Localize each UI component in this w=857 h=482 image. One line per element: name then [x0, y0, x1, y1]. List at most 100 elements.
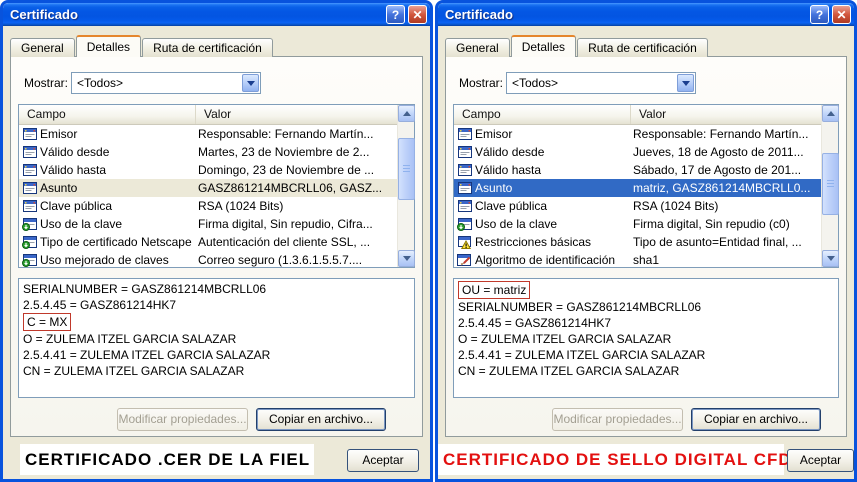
scroll-up-button[interactable]: [822, 105, 839, 122]
certificate-field-icon: [19, 146, 40, 158]
certificate-field-icon: [19, 200, 40, 212]
chevron-up-icon: [827, 111, 835, 116]
tab-strip: General Detalles Ruta de certificación: [445, 35, 709, 57]
field-value: Responsable: Fernando Martín...: [196, 127, 397, 141]
field-value: sha1: [631, 253, 821, 267]
field-name: Algoritmo de identificación: [475, 253, 631, 267]
chevron-down-icon: [247, 81, 255, 86]
certificate-dialog-sello-cfd: Certificado ? ✕ General Detalles Ruta de…: [435, 0, 857, 482]
row-valido-desde[interactable]: Válido desde Martes, 23 de Noviembre de …: [19, 143, 397, 161]
details-line: SERIALNUMBER = GASZ861214MBCRLL06: [23, 281, 410, 297]
certificate-field-icon: [454, 182, 475, 194]
field-name: Emisor: [40, 127, 196, 141]
tab-detalles[interactable]: Detalles: [76, 35, 141, 57]
annotation-caption: CERTIFICADO .CER DE LA FIEL: [20, 444, 314, 475]
show-label: Mostrar:: [24, 76, 68, 90]
show-filter-select[interactable]: <Todos>: [506, 72, 696, 94]
modify-properties-button: Modificar propiedades...: [552, 408, 683, 431]
row-emisor[interactable]: Emisor Responsable: Fernando Martín...: [454, 125, 821, 143]
row-clave-publica[interactable]: Clave pública RSA (1024 Bits): [454, 197, 821, 215]
show-filter-value: <Todos>: [512, 76, 558, 90]
field-value: Jueves, 18 de Agosto de 2011...: [631, 145, 821, 159]
row-asunto[interactable]: Asunto GASZ861214MBCRLL06, GASZ...: [19, 179, 397, 197]
annotation-caption: CERTIFICADO DE SELLO DIGITAL CFD: [438, 444, 784, 475]
accept-button[interactable]: Aceptar: [787, 449, 854, 472]
extension-icon: [19, 236, 40, 249]
field-name: Válido hasta: [40, 163, 196, 177]
row-valido-hasta[interactable]: Válido hasta Sábado, 17 de Agosto de 201…: [454, 161, 821, 179]
tab-general[interactable]: General: [10, 38, 75, 57]
row-asunto[interactable]: Asunto matriz, GASZ861214MBCRLL0...: [454, 179, 821, 197]
chevron-up-icon: [403, 111, 411, 116]
field-value: Domingo, 23 de Noviembre de ...: [196, 163, 397, 177]
scroll-down-button[interactable]: [822, 250, 839, 267]
extension-icon: [454, 218, 475, 231]
vertical-scrollbar[interactable]: [821, 105, 838, 267]
row-valido-desde[interactable]: Válido desde Jueves, 18 de Agosto de 201…: [454, 143, 821, 161]
scrollbar-thumb[interactable]: [822, 153, 839, 215]
tab-ruta-certificacion[interactable]: Ruta de certificación: [142, 38, 273, 57]
accept-button[interactable]: Aceptar: [347, 449, 419, 472]
tab-strip: General Detalles Ruta de certificación: [10, 35, 274, 57]
column-header-campo[interactable]: Campo: [454, 105, 631, 124]
modify-properties-button: Modificar propiedades...: [117, 408, 248, 431]
field-name: Emisor: [475, 127, 631, 141]
field-value: Firma digital, Sin repudio, Cifra...: [196, 217, 397, 231]
certificate-dialog-fiel: Certificado ? ✕ General Detalles Ruta de…: [0, 0, 433, 482]
details-line: O = ZULEMA ITZEL GARCIA SALAZAR: [23, 331, 410, 347]
certificate-details-text[interactable]: OU = matriz SERIALNUMBER = GASZ861214MBC…: [453, 278, 839, 398]
chevron-down-icon: [827, 256, 835, 261]
row-emisor[interactable]: Emisor Responsable: Fernando Martín...: [19, 125, 397, 143]
row-valido-hasta[interactable]: Válido hasta Domingo, 23 de Noviembre de…: [19, 161, 397, 179]
field-name: Asunto: [40, 181, 196, 195]
certificate-field-icon: [19, 182, 40, 194]
row-uso-de-la-clave[interactable]: Uso de la clave Firma digital, Sin repud…: [454, 215, 821, 233]
tab-general[interactable]: General: [445, 38, 510, 57]
copy-to-file-button[interactable]: Copiar en archivo...: [691, 408, 821, 431]
field-value: Autenticación del cliente SSL, ...: [196, 235, 397, 249]
extension-icon: [19, 254, 40, 267]
details-line: OU = matriz: [458, 281, 834, 299]
help-button[interactable]: ?: [386, 5, 405, 24]
field-name: Uso de la clave: [40, 217, 196, 231]
field-name: Asunto: [475, 181, 631, 195]
tab-detalles[interactable]: Detalles: [511, 35, 576, 57]
field-value: Correo seguro (1.3.6.1.5.5.7....: [196, 253, 397, 267]
dialog-client-area: General Detalles Ruta de certificación M…: [438, 26, 854, 479]
help-button[interactable]: ?: [810, 5, 829, 24]
details-line: C = MX: [23, 313, 410, 331]
show-filter-select[interactable]: <Todos>: [71, 72, 261, 94]
field-name: Restricciones básicas: [475, 235, 631, 249]
row-uso-de-la-clave[interactable]: Uso de la clave Firma digital, Sin repud…: [19, 215, 397, 233]
close-icon[interactable]: ✕: [408, 5, 427, 24]
titlebar[interactable]: Certificado ? ✕: [438, 3, 854, 26]
row-tipo-certificado-netscape[interactable]: Tipo de certificado Netscape Autenticaci…: [19, 233, 397, 251]
field-value: Responsable: Fernando Martín...: [631, 127, 821, 141]
row-clave-publica[interactable]: Clave pública RSA (1024 Bits): [19, 197, 397, 215]
column-header-valor[interactable]: Valor: [196, 105, 397, 124]
window-title: Certificado: [445, 7, 807, 22]
close-icon[interactable]: ✕: [832, 5, 851, 24]
combo-dropdown-button[interactable]: [677, 74, 694, 92]
scroll-up-button[interactable]: [398, 105, 415, 122]
list-header: Campo Valor: [454, 105, 838, 125]
row-restricciones-basicas[interactable]: Restricciones básicas Tipo de asunto=Ent…: [454, 233, 821, 251]
row-uso-mejorado-claves[interactable]: Uso mejorado de claves Correo seguro (1.…: [19, 251, 397, 267]
chevron-down-icon: [403, 256, 411, 261]
column-header-valor[interactable]: Valor: [631, 105, 821, 124]
column-header-campo[interactable]: Campo: [19, 105, 196, 124]
scroll-down-button[interactable]: [398, 250, 415, 267]
scrollbar-thumb[interactable]: [398, 138, 415, 200]
details-line: O = ZULEMA ITZEL GARCIA SALAZAR: [458, 331, 834, 347]
certificate-details-text[interactable]: SERIALNUMBER = GASZ861214MBCRLL06 2.5.4.…: [18, 278, 415, 398]
details-line: CN = ZULEMA ITZEL GARCIA SALAZAR: [23, 363, 410, 379]
titlebar[interactable]: Certificado ? ✕: [3, 3, 430, 26]
field-value: RSA (1024 Bits): [196, 199, 397, 213]
copy-to-file-button[interactable]: Copiar en archivo...: [256, 408, 386, 431]
vertical-scrollbar[interactable]: [397, 105, 414, 267]
list-header: Campo Valor: [19, 105, 414, 125]
tab-ruta-certificacion[interactable]: Ruta de certificación: [577, 38, 708, 57]
row-algoritmo-identificacion[interactable]: Algoritmo de identificación sha1: [454, 251, 821, 267]
certificate-fields-list: Campo Valor Emisor Responsable: Fernando…: [18, 104, 415, 268]
combo-dropdown-button[interactable]: [242, 74, 259, 92]
